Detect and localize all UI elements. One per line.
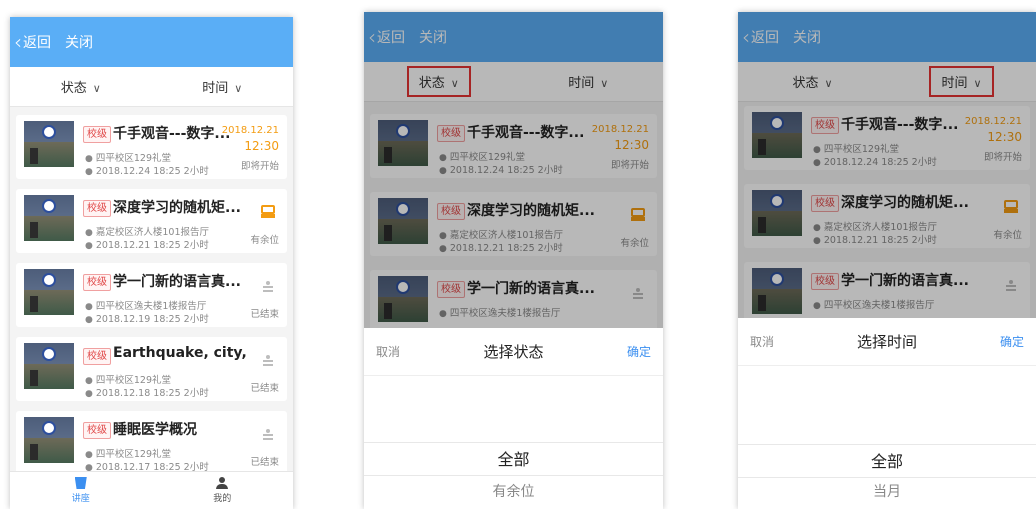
level-tag: 校级: [83, 200, 111, 217]
lecture-status: 即将开始: [240, 161, 279, 172]
time-filter-label: 时间: [202, 81, 229, 96]
lecture-title: Earthquake, city, ...: [113, 345, 251, 361]
back-label: 返回: [23, 35, 51, 51]
ended-icon: [263, 281, 273, 293]
lecture-location: ● 四平校区129礼堂: [85, 449, 171, 460]
lecture-thumbnail: [24, 417, 74, 463]
lecture-icon: [74, 477, 87, 489]
filter-bar: 状态 ∨ 时间 ∨: [10, 67, 293, 107]
level-tag: 校级: [83, 422, 111, 439]
phone-screen-status-picker: ‹ 返回 关闭 状态 ∨ 时间 ∨ 校级 千手观音---数字... ● 四平校区129…: [364, 12, 663, 509]
university-logo-icon: [42, 347, 56, 361]
status-picker-sheet: 取消 选择状态 确定 全部 有余位: [364, 328, 663, 509]
lecture-time: ● 2018.12.24 18:25 2小时: [85, 166, 209, 177]
university-logo-icon: [42, 421, 56, 435]
lecture-card[interactable]: 校级 学一门新的语言真... ● 四平校区逸夫楼1楼报告厅 ● 2018.12.19…: [16, 263, 287, 327]
lecture-status: 已结束: [250, 383, 279, 394]
tab-lecture[interactable]: 讲座: [10, 472, 152, 509]
lecture-time: ● 2018.12.21 18:25 2小时: [85, 240, 209, 251]
lecture-card[interactable]: 校级 深度学习的随机矩... ● 嘉定校区济人楼101报告厅 ● 2018.12.2…: [16, 189, 287, 253]
cancel-button[interactable]: 取消: [376, 343, 400, 360]
picker-header: 取消 选择状态 确定: [364, 328, 663, 376]
lecture-time: ● 2018.12.18 18:25 2小时: [85, 388, 209, 399]
clock-icon: ●: [85, 389, 93, 399]
tab-me-label: 我的: [213, 494, 232, 504]
picker-header: 取消 选择时间 确定: [738, 318, 1036, 366]
lecture-date: 2018.12.21: [221, 125, 279, 136]
cancel-button[interactable]: 取消: [750, 333, 774, 350]
lecture-time: ● 2018.12.19 18:25 2小时: [85, 314, 209, 325]
picker-title: 选择时间: [856, 333, 917, 351]
lecture-location: ● 四平校区129礼堂: [85, 375, 171, 386]
picker-option[interactable]: 当月: [738, 481, 1036, 501]
close-button[interactable]: 关闭: [65, 32, 93, 52]
lecture-card[interactable]: 校级 睡眠医学概况 ● 四平校区129礼堂 ● 2018.12.17 18:25 2…: [16, 411, 287, 475]
confirm-button[interactable]: 确定: [1000, 333, 1024, 350]
ended-icon: [263, 355, 273, 367]
chevron-left-icon: ‹: [14, 30, 22, 54]
lecture-title: 深度学习的随机矩...: [113, 200, 241, 216]
level-tag: 校级: [83, 274, 111, 291]
time-picker-sheet: 取消 选择时间 确定 全部 当月: [738, 318, 1036, 509]
back-button[interactable]: ‹ 返回: [14, 32, 51, 52]
chevron-down-icon: ∨: [234, 82, 243, 95]
lecture-thumbnail: [24, 343, 74, 389]
lecture-status: 已结束: [250, 457, 279, 468]
level-tag: 校级: [83, 126, 111, 143]
phone-screen-list: ‹ 返回 关闭 状态 ∨ 时间 ∨ 校级 千手观音---数字... ● 四平校区129…: [10, 17, 293, 509]
lecture-title: 千手观音---数字...: [113, 126, 231, 142]
lecture-card[interactable]: 校级 千手观音---数字... ● 四平校区129礼堂 ● 2018.12.24 1…: [16, 115, 287, 179]
tab-lecture-label: 讲座: [71, 494, 90, 504]
seat-icon: [261, 205, 275, 218]
lecture-thumbnail: [24, 269, 74, 315]
clock-icon: ●: [85, 167, 93, 177]
lecture-location: ● 四平校区逸夫楼1楼报告厅: [85, 301, 207, 312]
lecture-location: ● 四平校区129礼堂: [85, 153, 171, 164]
level-tag: 校级: [83, 348, 111, 365]
time-filter[interactable]: 时间 ∨: [152, 73, 294, 100]
lecture-title: 学一门新的语言真...: [113, 274, 241, 290]
lecture-status: 有余位: [250, 235, 279, 246]
confirm-button[interactable]: 确定: [627, 343, 651, 360]
bottom-tab-bar: 讲座 我的: [10, 471, 293, 509]
person-icon: [216, 477, 229, 489]
status-filter[interactable]: 状态 ∨: [10, 73, 152, 100]
lecture-location: ● 嘉定校区济人楼101报告厅: [85, 227, 209, 238]
picker-option-selected[interactable]: 全部: [738, 444, 1036, 478]
university-logo-icon: [42, 273, 56, 287]
university-logo-icon: [42, 199, 56, 213]
tab-me[interactable]: 我的: [152, 472, 294, 509]
picker-title: 选择状态: [483, 343, 544, 361]
lecture-card[interactable]: 校级 Earthquake, city, ... ●四平校区129礼堂 ●201…: [16, 337, 287, 401]
chevron-down-icon: ∨: [92, 82, 101, 95]
lecture-status: 已结束: [250, 309, 279, 320]
lecture-thumbnail: [24, 121, 74, 167]
lecture-title: 睡眠医学概况: [113, 422, 197, 438]
clock-icon: ●: [85, 315, 93, 325]
university-logo-icon: [42, 125, 56, 139]
picker-option[interactable]: 有余位: [364, 481, 663, 501]
lecture-clock: 12:30: [244, 139, 279, 153]
phone-screen-time-picker: ‹ 返回 关闭 状态 ∨ 时间 ∨ 校级 千手观音---数字... ● 四平校区129…: [738, 12, 1036, 509]
picker-option-selected[interactable]: 全部: [364, 442, 663, 476]
clock-icon: ●: [85, 241, 93, 251]
lecture-thumbnail: [24, 195, 74, 241]
ended-icon: [263, 429, 273, 441]
status-filter-label: 状态: [60, 81, 87, 96]
top-nav-bar: ‹ 返回 关闭: [10, 17, 293, 67]
